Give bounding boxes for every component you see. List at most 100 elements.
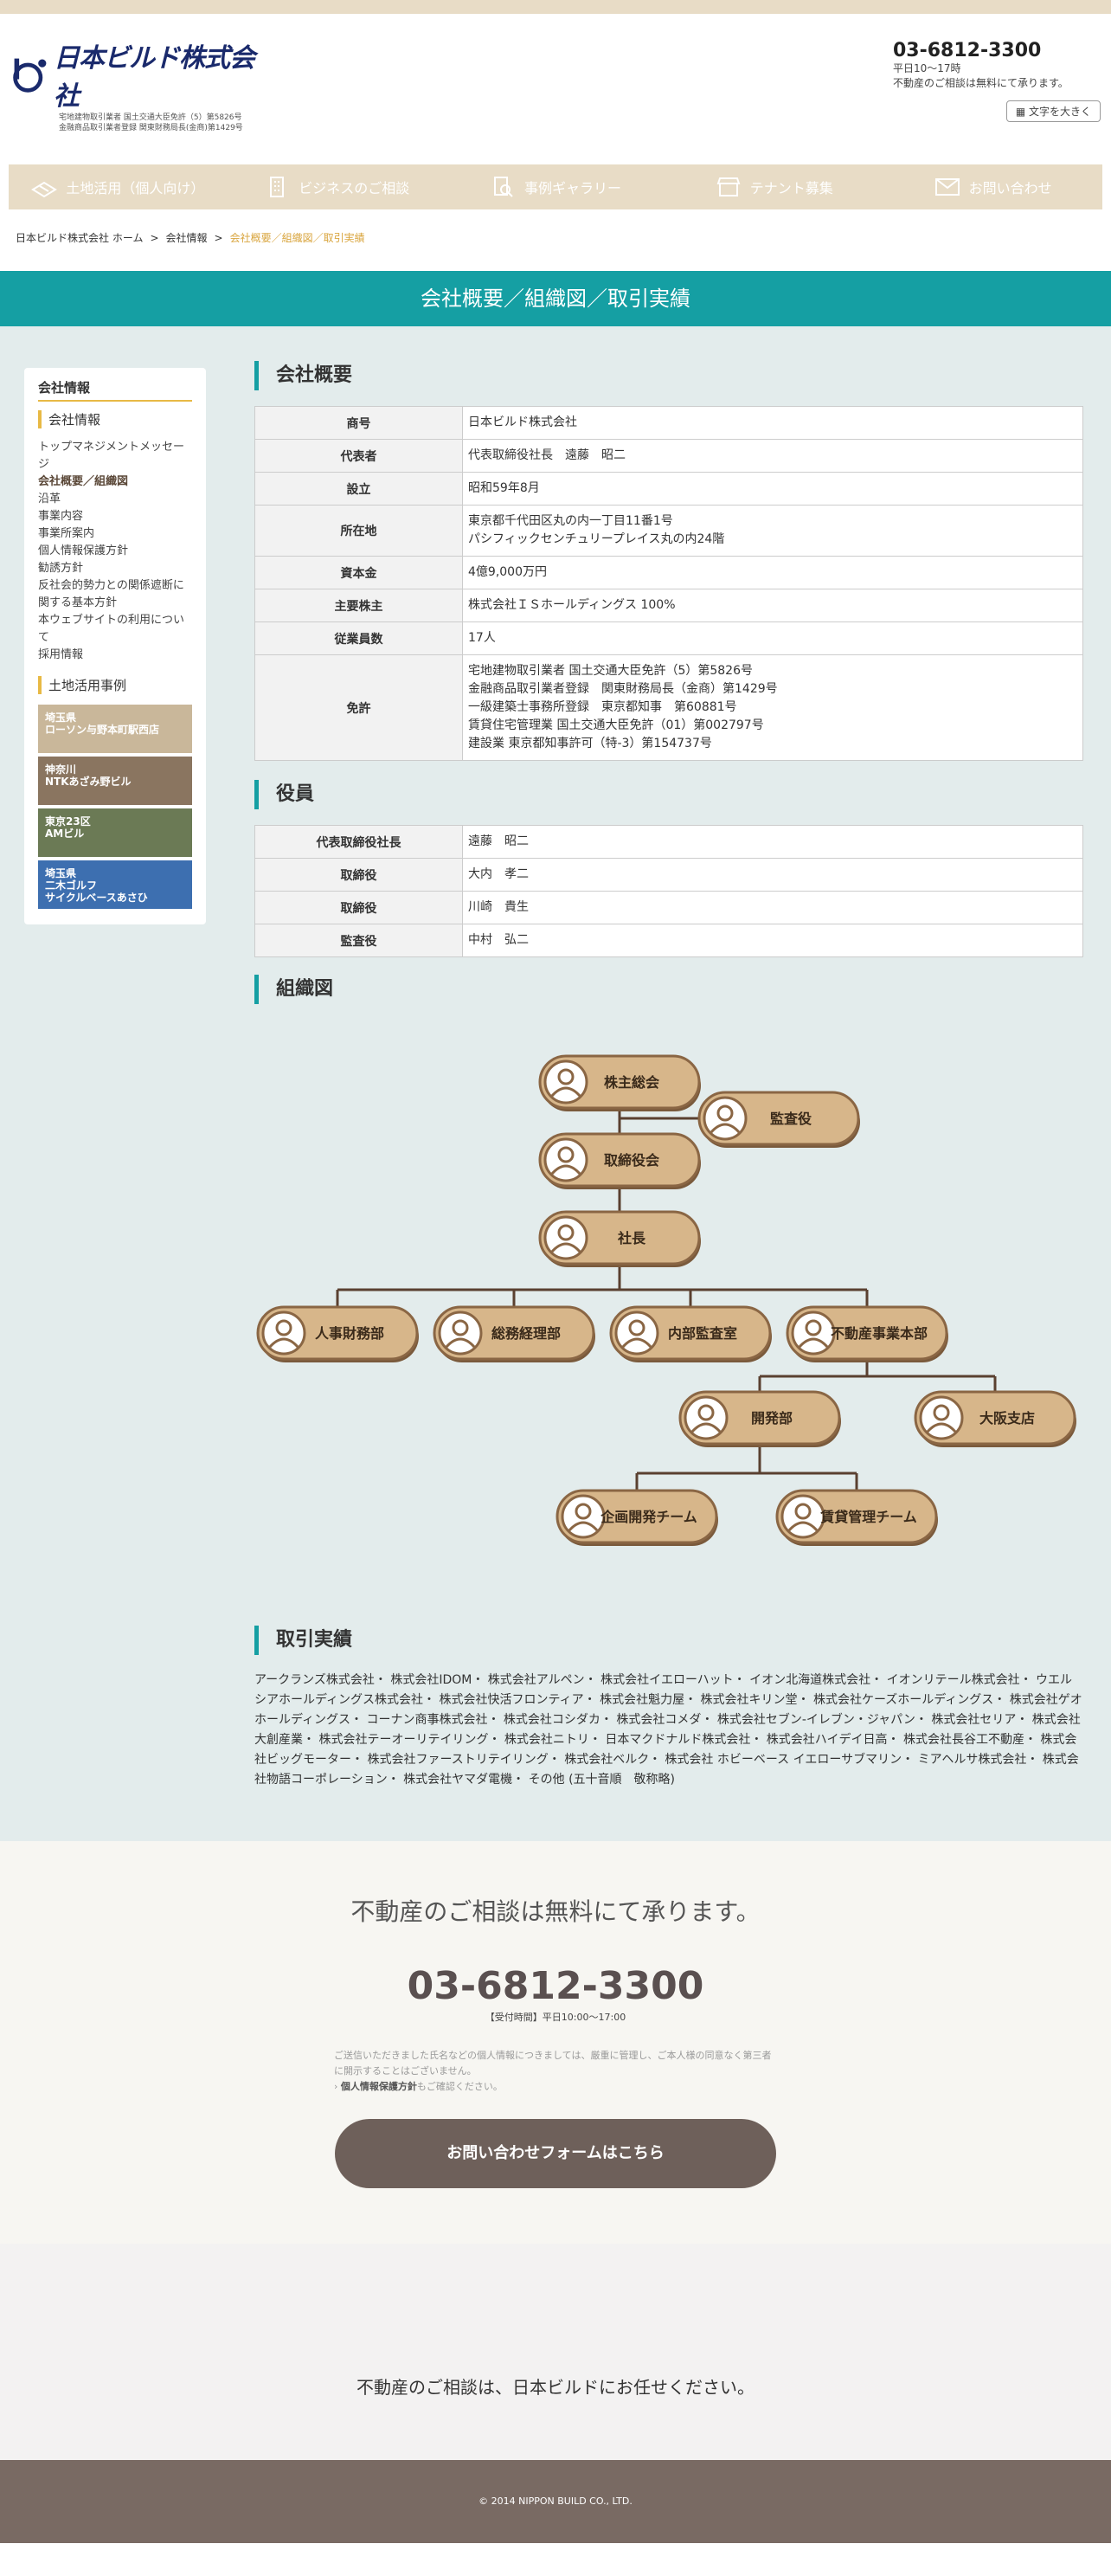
main-area: 会社情報 会社情報 トップマネジメントメッセージ 会社概要／組織図 沿革 事業内…: [0, 326, 1111, 1841]
nav-item-business[interactable]: ビジネスのご相談: [228, 176, 446, 198]
privacy-suffix: もご確認ください。: [416, 2081, 503, 2092]
sidebar-link[interactable]: 反社会的勢力との関係遮断に関する基本方針: [38, 577, 192, 612]
case-thumb[interactable]: 神奈川 NTKあざみ野ビル: [38, 757, 192, 805]
person-icon: [703, 1096, 748, 1141]
row-value: 4億9,000万円: [462, 556, 1083, 589]
table-row: 商号 日本ビルド株式会社: [254, 406, 1083, 440]
page-title-banner: 会社概要／組織図／取引実績: [0, 271, 1111, 340]
sidebar-link[interactable]: 勧誘方針: [38, 560, 192, 577]
row-value: 東京都千代田区丸の内一丁目11番1号 パシフィックセンチュリープレイス丸の内24…: [462, 505, 1083, 557]
table-row: 取締役 川崎 貴生: [254, 891, 1083, 924]
header-note: 不動産のご相談は無料にて承ります。: [893, 77, 1069, 89]
row-label: 商号: [254, 406, 463, 440]
deals-text: アークランズ株式会社・ 株式会社IDOM・ 株式会社アルペン・ 株式会社イエロー…: [254, 1673, 1082, 1787]
font-size-icon: ▦: [1015, 106, 1029, 118]
person-icon: [543, 1137, 588, 1182]
nav-item-tenant[interactable]: テナント募集: [665, 176, 883, 198]
cta-phone[interactable]: 03-6812-3300: [0, 1964, 1111, 2008]
nav-label: 土地活用（個人向け）: [66, 180, 205, 196]
nav-label: ビジネスのご相談: [299, 180, 410, 196]
org-node-label: 開発部: [751, 1410, 793, 1426]
nav-item-contact[interactable]: お問い合わせ: [883, 176, 1102, 198]
overview-table: 商号 日本ビルド株式会社 代表者 代表取締役社長 遠藤 昭二 設立 昭和59年8月 所…: [254, 406, 1083, 761]
building-icon: [270, 177, 285, 197]
case-thumb[interactable]: 埼玉県 二木ゴルフ サイクルベースあさひ: [38, 860, 192, 909]
nav-label: お問い合わせ: [968, 180, 1052, 196]
search-doc-icon: [493, 177, 513, 197]
org-node-label: 不動産事業本部: [831, 1325, 928, 1342]
copyright: © 2014 NIPPON BUILD CO., LTD.: [478, 2496, 633, 2507]
sidebar-link[interactable]: 個人情報保護方針: [38, 543, 192, 560]
main-content: 会社概要 商号 日本ビルド株式会社 代表者 代表取締役社長 遠藤 昭二 設立 昭和59…: [254, 361, 1083, 1790]
nav-item-gallery[interactable]: 事例ギャラリー: [446, 176, 665, 198]
contact-cta: 不動産のご相談は無料にて承ります。 03-6812-3300 【受付時間】平日1…: [0, 1841, 1111, 2244]
sidebar-link[interactable]: 事業内容: [38, 508, 192, 525]
org-node-label: 監査役: [770, 1111, 812, 1127]
case-thumb[interactable]: 東京23区 AMビル: [38, 808, 192, 857]
sidebar-link[interactable]: トップマネジメントメッセージ: [38, 439, 192, 473]
row-value: 代表取締役社長 遠藤 昭二: [462, 439, 1083, 473]
row-value: 中村 弘二: [462, 924, 1083, 957]
logo-mark-icon: [13, 58, 47, 93]
header-phone[interactable]: 03-6812-3300: [893, 40, 1101, 61]
case-label: 神奈川 NTKあざみ野ビル: [45, 763, 132, 788]
row-label: 取締役: [254, 891, 463, 924]
org-node-label: 株主総会: [604, 1074, 659, 1091]
nav-label: テナント募集: [749, 180, 833, 196]
arrow-icon: ›: [334, 2081, 341, 2092]
org-node-label: 賃貸管理チーム: [819, 1509, 917, 1525]
top-accent-bar: [0, 0, 1111, 14]
sidebar-section-cases: 土地活用事例: [38, 676, 192, 694]
logo-license-2: 金融商品取引業者登録 関東財務局長(金商)第1429号: [59, 124, 243, 132]
sidebar-link[interactable]: 事業所案内: [38, 525, 192, 543]
org-node-label: 内部監査室: [668, 1325, 737, 1342]
sidebar-link[interactable]: 本ウェブサイトの利用について: [38, 612, 192, 647]
cta-lead: 不動産のご相談は無料にて承ります。: [350, 1897, 761, 1926]
font-size-button[interactable]: ▦ 文字を大きく: [1005, 100, 1101, 122]
nav-item-land[interactable]: 土地活用（個人向け）: [9, 176, 228, 198]
row-value: 川崎 貴生: [462, 891, 1083, 924]
person-icon: [543, 1215, 588, 1260]
table-row: 設立 昭和59年8月: [254, 472, 1083, 506]
row-label: 主要株主: [254, 589, 463, 622]
section-title-org: 組織図: [254, 975, 1083, 1004]
page-title: 会社概要／組織図／取引実績: [421, 287, 690, 311]
sidebar-link[interactable]: 採用情報: [38, 647, 192, 664]
contact-form-button[interactable]: お問い合わせフォームはこちら: [335, 2119, 776, 2188]
row-label: 従業員数: [254, 621, 463, 655]
table-row: 所在地 東京都千代田区丸の内一丁目11番1号 パシフィックセンチュリープレイス丸の…: [254, 505, 1083, 557]
table-row: 主要株主 株式会社ＩＳホールディングス 100%: [254, 589, 1083, 622]
org-node-label: 社長: [617, 1230, 646, 1246]
sidebar-link[interactable]: 沿革: [38, 491, 192, 508]
cta-hours: 【受付時間】平日10:00〜17:00: [485, 2012, 626, 2023]
sidebar-section-company: 会社情報: [38, 410, 192, 428]
footer: © 2014 NIPPON BUILD CO., LTD.: [0, 2460, 1111, 2543]
person-icon: [684, 1395, 729, 1440]
header-hours: 平日10〜17時: [893, 62, 961, 74]
row-label: 代表者: [254, 439, 463, 473]
row-label: 資本金: [254, 556, 463, 589]
breadcrumb-sep: >: [214, 232, 223, 244]
row-label: 監査役: [254, 924, 463, 957]
sidebar-link-active[interactable]: 会社概要／組織図: [38, 473, 192, 491]
row-label: 取締役: [254, 858, 463, 892]
table-row: 監査役 中村 弘二: [254, 924, 1083, 957]
row-value: 昭和59年8月: [462, 472, 1083, 506]
breadcrumb-home[interactable]: 日本ビルド株式会社 ホーム: [16, 232, 143, 244]
privacy-text: ご送信いただきました氏名などの個人情報につきましては、厳重に管理し、ご本人様の同…: [334, 2050, 772, 2077]
org-chart: 株主総会 監査役 取締役会 社長 人事財務部 総務経理部 内部監査室 不動産事業本部 開発部 大阪…: [254, 1020, 1083, 1626]
row-value: 株式会社ＩＳホールディングス 100%: [462, 589, 1083, 622]
breadcrumb-parent[interactable]: 会社情報: [166, 232, 208, 244]
org-node-label: 企画開発チーム: [600, 1509, 697, 1525]
row-label: 免許: [254, 654, 463, 761]
font-size-label: 文字を大きく: [1028, 106, 1091, 118]
person-icon: [919, 1395, 964, 1440]
row-value: 17人: [462, 621, 1083, 655]
privacy-policy-link[interactable]: 個人情報保護方針: [341, 2081, 417, 2092]
table-row: 資本金 4億9,000万円: [254, 556, 1083, 589]
site-logo[interactable]: 日本ビルド株式会社 宅地建物取引業者 国土交通大臣免許（5）第5826号 金融商…: [10, 36, 261, 133]
breadcrumb: 日本ビルド株式会社 ホーム > 会社情報 > 会社概要／組織図／取引実績: [0, 209, 1111, 271]
case-thumb[interactable]: 埼玉県 ローソン与野本町駅西店: [38, 705, 192, 753]
person-icon: [561, 1494, 606, 1539]
logo-text: 日本ビルド株式会社: [53, 43, 255, 112]
